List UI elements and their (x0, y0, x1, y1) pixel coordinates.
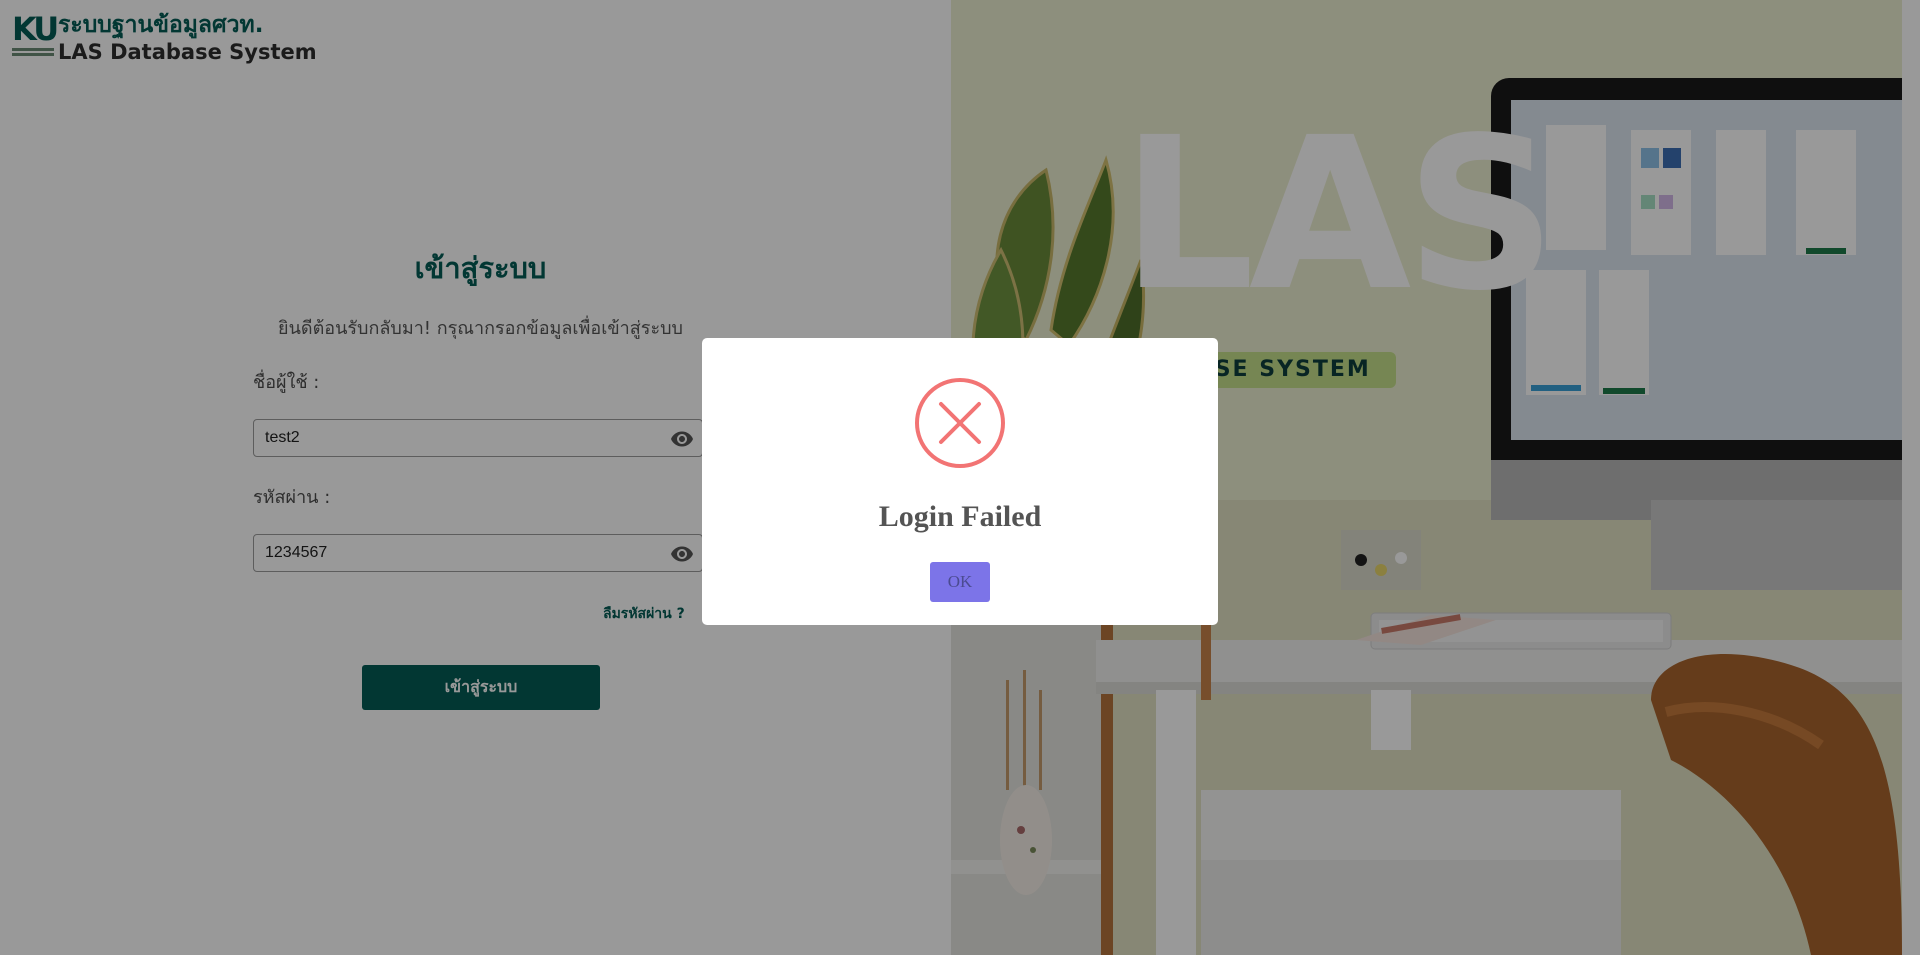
login-failed-dialog: Login Failed OK (702, 338, 1218, 625)
ok-button[interactable]: OK (930, 562, 990, 602)
error-x-icon (915, 378, 1005, 468)
dialog-title: Login Failed (878, 500, 1042, 533)
page: KU ระบบฐานข้อมูลศวท. LAS Database System… (0, 0, 1920, 955)
